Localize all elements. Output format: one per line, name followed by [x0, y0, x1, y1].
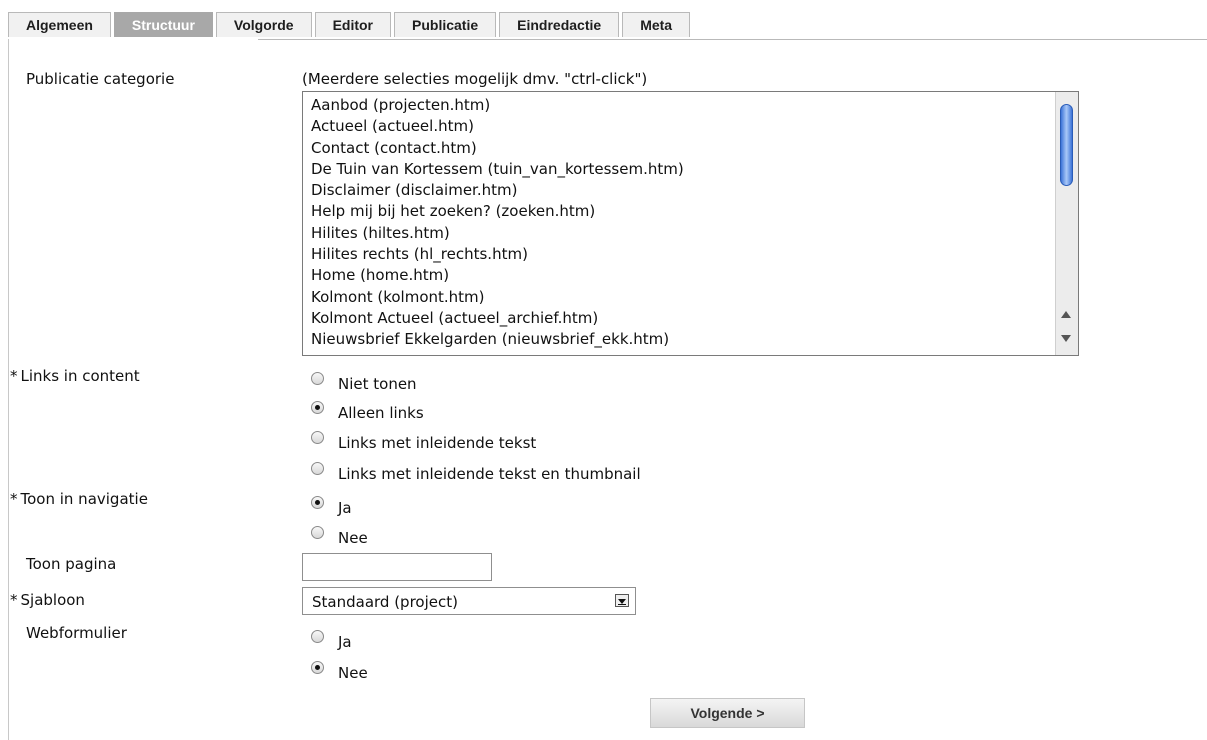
webform-option-ja[interactable]: Ja — [311, 630, 352, 651]
category-option[interactable]: Home (home.htm) — [303, 265, 1078, 286]
category-option[interactable]: Nieuwsbrief Ekkelgarden (nieuwsbrief_ekk… — [303, 329, 1078, 350]
category-label: Publicatie categorie — [26, 70, 175, 88]
category-option[interactable]: Disclaimer (disclaimer.htm) — [303, 180, 1078, 201]
radio-button[interactable] — [311, 431, 324, 444]
radio-button[interactable] — [311, 372, 324, 385]
radio-label: Links met inleidende tekst en thumbnail — [338, 465, 641, 483]
tab-editor[interactable]: Editor — [314, 12, 392, 37]
chevron-down-icon[interactable] — [615, 594, 629, 607]
category-option[interactable]: De Tuin van Kortessem (tuin_van_kortesse… — [303, 159, 1078, 180]
nav-option-ja[interactable]: Ja — [311, 496, 352, 517]
scroll-down-arrow-icon[interactable] — [1061, 335, 1071, 342]
links-option-alleen-links[interactable]: Alleen links — [311, 401, 424, 422]
tab-volgorde[interactable]: Volgorde — [215, 12, 312, 37]
listbox-scrollbar[interactable] — [1055, 92, 1078, 355]
next-button[interactable]: Volgende > — [650, 698, 805, 728]
webform-option-nee[interactable]: Nee — [311, 661, 368, 682]
template-label: * Sjabloon — [10, 591, 85, 609]
links-option-niet-tonen[interactable]: Niet tonen — [311, 372, 417, 393]
radio-button[interactable] — [311, 401, 324, 414]
tab-publicatie[interactable]: Publicatie — [394, 12, 497, 37]
nav-label-text: Toon in navigatie — [20, 490, 148, 508]
page-label: Toon pagina — [26, 555, 117, 573]
radio-button[interactable] — [311, 496, 324, 509]
tab-bar: Algemeen Structuur Volgorde Editor Publi… — [8, 12, 693, 39]
radio-label: Nee — [338, 529, 368, 547]
category-option[interactable]: Hilites (hiltes.htm) — [303, 223, 1078, 244]
nav-option-nee[interactable]: Nee — [311, 526, 368, 547]
radio-label: Links met inleidende tekst — [338, 434, 537, 452]
nav-label: * Toon in navigatie — [10, 490, 148, 508]
frame-border — [8, 39, 9, 740]
category-option[interactable]: Aanbod (projecten.htm) — [303, 95, 1078, 116]
page-input[interactable] — [302, 553, 492, 581]
scrollbar-thumb[interactable] — [1060, 104, 1073, 186]
radio-label: Ja — [338, 499, 352, 517]
tab-divider — [258, 39, 1207, 40]
radio-button[interactable] — [311, 526, 324, 539]
template-label-text: Sjabloon — [20, 591, 85, 609]
radio-label: Nee — [338, 664, 368, 682]
required-marker: * — [10, 367, 18, 385]
links-option-inleidende-tekst[interactable]: Links met inleidende tekst — [311, 431, 537, 452]
radio-label: Ja — [338, 633, 352, 651]
radio-button[interactable] — [311, 462, 324, 475]
category-option[interactable]: Actueel (actueel.htm) — [303, 116, 1078, 137]
radio-button[interactable] — [311, 661, 324, 674]
webform-label: Webformulier — [26, 624, 127, 642]
links-label-text: Links in content — [20, 367, 140, 385]
category-option[interactable]: Help mij bij het zoeken? (zoeken.htm) — [303, 201, 1078, 222]
scroll-up-arrow-icon[interactable] — [1061, 311, 1071, 318]
required-marker: * — [10, 591, 18, 609]
tab-eindredactie[interactable]: Eindredactie — [499, 12, 620, 37]
category-options: Aanbod (projecten.htm) Actueel (actueel.… — [303, 92, 1078, 351]
category-hint: (Meerdere selecties mogelijk dmv. "ctrl-… — [302, 70, 648, 88]
template-select[interactable]: Standaard (project) — [302, 587, 636, 615]
tab-meta[interactable]: Meta — [622, 12, 691, 37]
category-option[interactable]: Contact (contact.htm) — [303, 138, 1078, 159]
template-selected-value: Standaard (project) — [312, 593, 458, 611]
tab-algemeen[interactable]: Algemeen — [8, 12, 111, 37]
links-label: * Links in content — [10, 367, 140, 385]
radio-label: Alleen links — [338, 404, 424, 422]
category-option[interactable]: Kolmont Actueel (actueel_archief.htm) — [303, 308, 1078, 329]
tab-structuur[interactable]: Structuur — [113, 12, 213, 37]
radio-button[interactable] — [311, 630, 324, 643]
category-listbox[interactable]: Aanbod (projecten.htm) Actueel (actueel.… — [302, 91, 1079, 356]
radio-label: Niet tonen — [338, 375, 417, 393]
links-option-inleidende-tekst-thumbnail[interactable]: Links met inleidende tekst en thumbnail — [311, 462, 641, 483]
category-option[interactable]: Kolmont (kolmont.htm) — [303, 287, 1078, 308]
category-option[interactable]: Hilites rechts (hl_rechts.htm) — [303, 244, 1078, 265]
required-marker: * — [10, 490, 18, 508]
